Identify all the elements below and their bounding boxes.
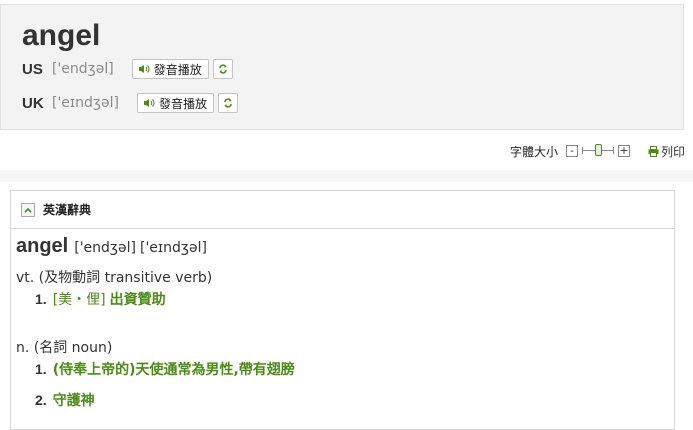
loop-audio-button-uk[interactable] (217, 93, 238, 113)
definition-text: 守護神 (52, 393, 95, 409)
replay-icon (224, 98, 232, 108)
loop-audio-button-us[interactable] (212, 59, 233, 79)
headword: angel (22, 19, 101, 52)
ipa-text: ['endʒəl] (52, 61, 114, 77)
word-header: angel US ['endʒəl] 發音播放 UK ['eɪndʒəl] 發音… (0, 4, 684, 130)
font-increase-button[interactable]: + (617, 145, 630, 157)
usage-label: [美・俚] (52, 292, 106, 308)
replay-icon (218, 64, 227, 74)
panel-title: 英漢辭典 (43, 203, 92, 217)
speaker-icon (143, 99, 155, 107)
play-audio-label: 發音播放 (158, 96, 207, 111)
part-of-speech: n. (名詞 noun) (16, 340, 113, 356)
region-label: US (22, 60, 43, 78)
chevron-up-icon (24, 207, 32, 213)
definition-item: 2. 守護神 (35, 388, 656, 412)
slider-cap-left (581, 147, 583, 154)
play-audio-button-uk[interactable]: 發音播放 (136, 93, 214, 113)
definition-text: 出資贊助 (109, 292, 166, 308)
collapse-button[interactable] (21, 202, 35, 217)
font-size-toolbar: 字體大小 - + 列印 (510, 141, 685, 161)
region-label: UK (22, 94, 44, 112)
printer-icon (648, 145, 659, 157)
definition-number: 2. (35, 392, 47, 408)
part-of-speech: vt. (及物動詞 transitive verb) (16, 270, 213, 286)
definition-text: (侍奉上帝的)天使通常為男性,帶有翅膀 (52, 362, 295, 378)
pronunciation-uk: UK ['eɪndʒəl] 發音播放 (22, 91, 238, 115)
definition-number: 1. (35, 361, 47, 377)
pronunciation-us: US ['endʒəl] 發音播放 (22, 57, 233, 81)
panel-header: 英漢辭典 (11, 191, 674, 229)
separator-band (0, 170, 693, 182)
dictionary-panel: 英漢辭典 angel ['endʒəl] ['eɪndʒəl] vt. (及物動… (10, 190, 675, 430)
entry-head: angel ['endʒəl] ['eɪndʒəl] (16, 235, 656, 261)
definition-number: 1. (35, 291, 47, 307)
entry-word: angel (16, 235, 69, 257)
definition-item: 1. [美・俚] 出資贊助 (35, 287, 656, 311)
definition-item: 1. (侍奉上帝的)天使通常為男性,帶有翅膀 (35, 357, 656, 381)
font-decrease-button[interactable]: - (565, 145, 578, 157)
font-size-slider[interactable] (581, 144, 614, 158)
font-size-label: 字體大小 (509, 144, 558, 159)
print-button[interactable]: 列印 (648, 143, 685, 160)
entry-ipa-uk: ['eɪndʒəl] (140, 240, 207, 256)
speaker-icon (138, 65, 150, 73)
slider-thumb[interactable] (594, 144, 602, 156)
slider-cap-right (612, 147, 614, 154)
print-label: 列印 (660, 144, 685, 159)
play-audio-label: 發音播放 (153, 62, 202, 77)
dictionary-entry: angel ['endʒəl] ['eɪndʒəl] vt. (及物動詞 tra… (16, 235, 656, 412)
ipa-text: ['eɪndʒəl] (52, 95, 119, 111)
entry-ipa-us: ['endʒəl] (74, 240, 136, 256)
play-audio-button-us[interactable]: 發音播放 (131, 59, 209, 79)
